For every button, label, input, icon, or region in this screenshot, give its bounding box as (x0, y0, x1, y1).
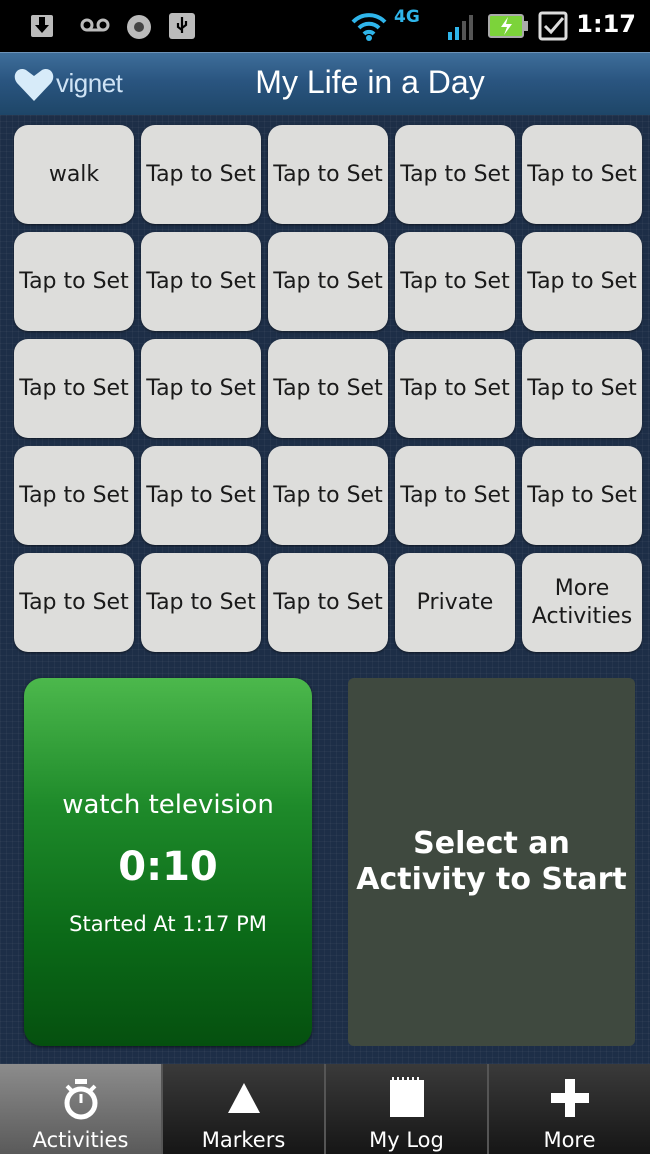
logo-text: vignet (56, 68, 123, 98)
4g-lte-icon: 4G (394, 7, 420, 27)
activity-tile[interactable]: Tap to Set (141, 232, 261, 331)
bottom-tab-bar: Activities Markers My Log More (0, 1064, 650, 1154)
heart-logo-icon (14, 69, 54, 101)
activity-tile[interactable]: Tap to Set (141, 446, 261, 545)
voicemail-icon (80, 18, 110, 32)
activity-tile[interactable]: Tap to Set (268, 232, 388, 331)
tab-markers[interactable]: Markers (163, 1064, 326, 1154)
activity-tile[interactable]: Tap to Set (268, 446, 388, 545)
activity-tile[interactable]: Tap to Set (522, 125, 642, 224)
signal-icon (448, 15, 473, 40)
app-header: vignet My Life in a Day (0, 52, 650, 116)
activity-tile[interactable]: Tap to Set (268, 553, 388, 652)
activity-tile[interactable]: More Activities (522, 553, 642, 652)
usb-icon (169, 13, 195, 39)
activity-tile[interactable]: walk (14, 125, 134, 224)
activity-tile[interactable]: Tap to Set (395, 446, 515, 545)
wifi-icon (351, 13, 387, 41)
activity-tile[interactable]: Tap to Set (522, 446, 642, 545)
activity-tile[interactable]: Private (395, 553, 515, 652)
tab-label: Markers (201, 1128, 286, 1152)
activity-grid: walk Tap to Set Tap to Set Tap to Set Tap to… (14, 125, 642, 652)
activity-tile[interactable]: Tap to Set (141, 125, 261, 224)
current-activity-panel[interactable]: watch television 0:10 Started At 1:17 PM (24, 678, 312, 1046)
activity-tile[interactable]: Tap to Set (14, 232, 134, 331)
activity-start-time: Started At 1:17 PM (69, 912, 267, 936)
next-activity-panel[interactable]: Select an Activity to Start (348, 678, 635, 1046)
status-time: 1:17 (576, 10, 636, 38)
plus-icon (550, 1079, 589, 1117)
activity-tile[interactable]: Tap to Set (141, 553, 261, 652)
tab-my-log[interactable]: My Log (326, 1064, 489, 1154)
circle-notification-icon (127, 15, 151, 39)
activity-tile[interactable]: Tap to Set (395, 232, 515, 331)
triangle-icon (227, 1083, 260, 1113)
battery-charging-icon (488, 14, 528, 38)
activity-timer: 0:10 (118, 844, 218, 890)
activity-tile[interactable]: Tap to Set (141, 339, 261, 438)
activity-tile[interactable]: Tap to Set (522, 232, 642, 331)
select-activity-prompt: Select an Activity to Start (356, 826, 627, 897)
tab-label: My Log (369, 1128, 444, 1152)
activity-tile[interactable]: Tap to Set (268, 339, 388, 438)
main-content: walk Tap to Set Tap to Set Tap to Set Tap to… (0, 115, 650, 1064)
activity-tile[interactable]: Tap to Set (14, 339, 134, 438)
activity-tile[interactable]: Tap to Set (268, 125, 388, 224)
tab-label: More (543, 1128, 596, 1152)
page-title: My Life in a Day (255, 64, 485, 100)
activity-tile[interactable]: Tap to Set (395, 125, 515, 224)
checkbox-notification-icon (538, 11, 568, 41)
notepad-icon (389, 1077, 424, 1117)
activity-tile[interactable]: Tap to Set (14, 553, 134, 652)
tab-activities[interactable]: Activities (0, 1064, 163, 1154)
activity-tile[interactable]: Tap to Set (522, 339, 642, 438)
tab-label: Activities (32, 1128, 129, 1152)
status-bar: 4G 1:17 (0, 0, 650, 52)
current-activity-name: watch television (62, 790, 274, 820)
activity-tile[interactable]: Tap to Set (14, 446, 134, 545)
activity-tile[interactable]: Tap to Set (395, 339, 515, 438)
stopwatch-icon (64, 1079, 97, 1120)
tab-more[interactable]: More (489, 1064, 650, 1154)
download-icon (31, 15, 53, 37)
